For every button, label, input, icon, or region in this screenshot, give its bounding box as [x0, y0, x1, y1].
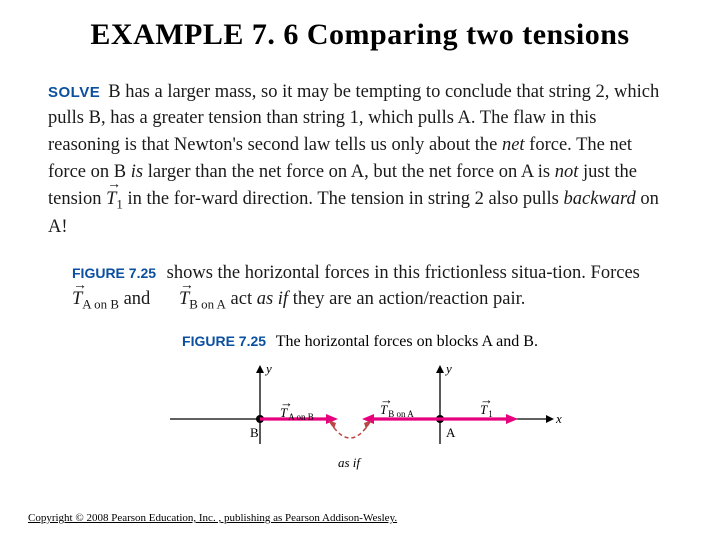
emphasis-asif: as if	[257, 289, 288, 309]
text-run: they are an action/reaction pair.	[288, 289, 525, 309]
copyright-line: Copyright © 2008 Pearson Education, Inc.…	[28, 512, 397, 524]
emphasis-is: is	[131, 162, 143, 182]
emphasis-not: not	[555, 162, 579, 182]
axis-y-right: y	[444, 361, 452, 376]
figure-diagram: y B → TA on B y x A → T1 → TB on A as i	[0, 359, 720, 479]
figure-label-caption: FIGURE 7.25	[182, 333, 266, 349]
paragraph-1: SOLVEB has a larger mass, so it may be t…	[48, 79, 672, 242]
text-run: act	[226, 289, 257, 309]
text-run: and	[119, 289, 155, 309]
body-text-block: SOLVEB has a larger mass, so it may be t…	[0, 79, 720, 315]
text-run: larger than the net force on A, but the …	[143, 162, 555, 182]
vector-TBonA: TB on A	[155, 286, 226, 314]
caption-text: The horizontal forces on blocks A and B.	[276, 333, 538, 350]
svg-text:TA on B: TA on B	[280, 405, 314, 422]
solve-label: SOLVE	[48, 84, 100, 101]
emphasis-backward: backward	[563, 189, 635, 209]
vector-TAonB: TA on B	[48, 286, 119, 314]
label-B: B	[250, 425, 259, 440]
vector-T1: T1	[106, 186, 123, 214]
axis-x: x	[555, 411, 562, 426]
paragraph-2: FIGURE 7.25 shows the horizontal forces …	[48, 260, 672, 315]
axis-y-left: y	[264, 361, 272, 376]
subscript-AonB: A on B	[82, 297, 119, 312]
force-diagram-svg: y B → TA on B y x A → T1 → TB on A as i	[150, 359, 570, 479]
svg-text:TB on A: TB on A	[380, 402, 414, 419]
text-run: in the for-ward direction. The tension i…	[123, 189, 564, 209]
label-asif: as if	[338, 455, 362, 470]
text-run: shows the horizontal forces in this fric…	[162, 263, 640, 283]
subscript-BonA: B on A	[189, 297, 226, 312]
label-A: A	[446, 425, 456, 440]
page-title: EXAMPLE 7. 6 Comparing two tensions	[0, 0, 720, 60]
emphasis-net: net	[502, 135, 525, 155]
figure-caption: FIGURE 7.25 The horizontal forces on blo…	[0, 333, 720, 351]
subscript-1: 1	[116, 196, 122, 211]
